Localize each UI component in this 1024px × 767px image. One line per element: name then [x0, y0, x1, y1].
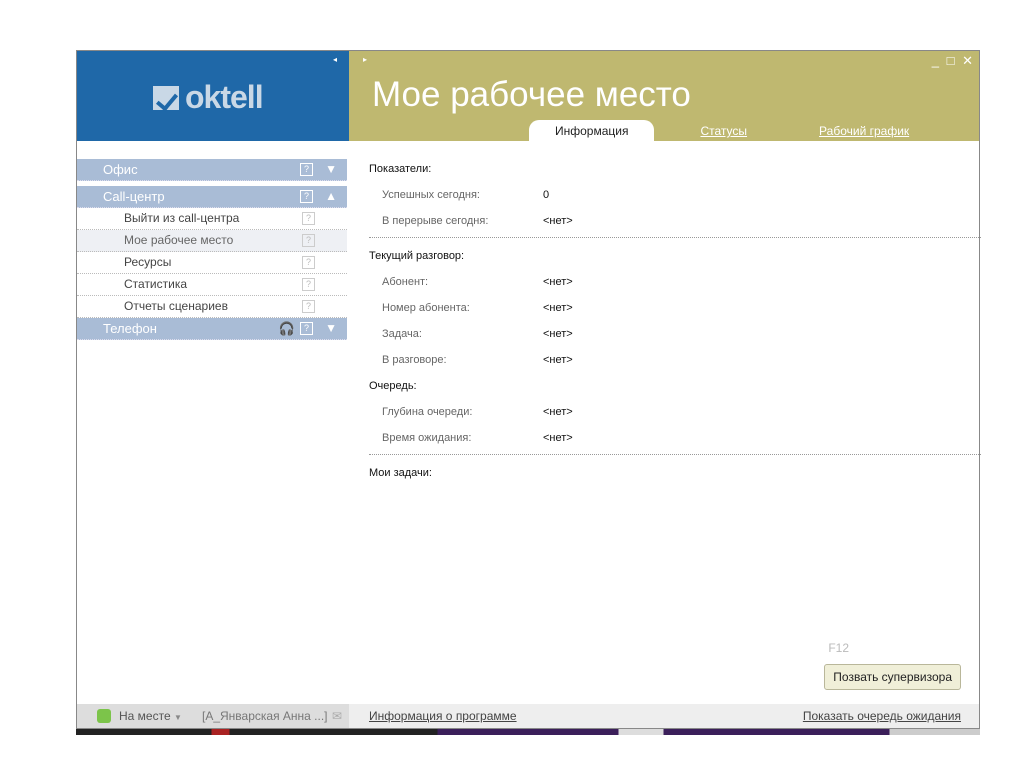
- item-label: Статистика: [124, 277, 188, 291]
- tab-info[interactable]: Информация: [529, 120, 655, 141]
- taskbar-fragment: [76, 729, 980, 735]
- row-value: <нет>: [543, 302, 573, 314]
- row-label: Задача:: [382, 328, 422, 340]
- group-label: Телефон: [103, 321, 157, 336]
- row-value: <нет>: [543, 432, 573, 444]
- info-row: В перерыве сегодня: <нет>: [369, 211, 989, 237]
- group-label: Call-центр: [103, 189, 165, 204]
- mail-icon[interactable]: ✉: [332, 704, 342, 728]
- tab-statuses[interactable]: Статусы: [674, 120, 773, 141]
- row-label: Время ожидания:: [382, 432, 472, 444]
- divider: [369, 237, 981, 238]
- sidebar-menu: Офис? ▼ Call-центр? ▲ Выйти из call-центра…: [77, 159, 347, 340]
- oktell-logo: oktell: [153, 79, 264, 116]
- row-label: В перерыве сегодня:: [382, 215, 489, 227]
- sidebar-item-statistics[interactable]: Статистика?: [77, 274, 347, 296]
- row-value: <нет>: [543, 406, 573, 418]
- help-icon[interactable]: ?: [302, 256, 315, 269]
- section-title: Показатели:: [369, 163, 432, 175]
- show-queue-link[interactable]: Показать очередь ожидания: [803, 704, 961, 728]
- section-title: Текущий разговор:: [369, 250, 465, 262]
- item-label: Отчеты сценариев: [124, 299, 228, 313]
- row-value: <нет>: [543, 328, 573, 340]
- tab-schedule[interactable]: Рабочий график: [793, 120, 935, 141]
- group-label: Офис: [103, 162, 138, 177]
- sidebar-item-script-reports[interactable]: Отчеты сценариев?: [77, 296, 347, 318]
- call-supervisor-button[interactable]: Позвать супервизора: [824, 664, 961, 690]
- info-row: Успешных сегодня: 0: [369, 185, 989, 211]
- item-label: Мое рабочее место: [124, 233, 234, 247]
- chevron-up-icon[interactable]: ▲: [325, 186, 337, 207]
- sidebar-group-callcenter[interactable]: Call-центр? ▲: [77, 186, 347, 208]
- info-row: Абонент: <нет>: [369, 272, 989, 298]
- info-row: Задача: <нет>: [369, 324, 989, 350]
- item-label: Выйти из call-центра: [124, 211, 240, 225]
- row-value: <нет>: [543, 354, 573, 366]
- help-icon[interactable]: ?: [300, 163, 313, 176]
- info-row: Глубина очереди: <нет>: [369, 402, 989, 428]
- sidebar-group-office[interactable]: Офис? ▼: [77, 159, 347, 181]
- row-value: <нет>: [543, 215, 573, 227]
- chevron-down-icon[interactable]: ▼: [325, 318, 337, 339]
- sidebar-header: ◂ oktell: [77, 51, 349, 141]
- row-label: В разговоре:: [382, 354, 447, 366]
- row-label: Номер абонента:: [382, 302, 470, 314]
- info-row: Время ожидания: <нет>: [369, 428, 989, 454]
- help-icon[interactable]: ?: [300, 322, 313, 335]
- item-label: Ресурсы: [124, 255, 172, 269]
- about-link[interactable]: Информация о программе: [369, 704, 517, 728]
- info-row: В разговоре: <нет>: [369, 350, 989, 376]
- user-name: [А_Январская Анна ...]: [202, 709, 328, 723]
- page-title: Мое рабочее место: [372, 75, 691, 114]
- logo-text: oktell: [185, 79, 264, 115]
- row-label: Успешных сегодня:: [382, 189, 480, 201]
- collapse-sidebar-button[interactable]: ◂: [333, 55, 337, 64]
- help-icon[interactable]: ?: [302, 234, 315, 247]
- help-icon[interactable]: ?: [302, 212, 315, 225]
- info-row: Номер абонента: <нет>: [369, 298, 989, 324]
- logo-check-icon: [153, 85, 179, 110]
- sidebar-item-resources[interactable]: Ресурсы?: [77, 252, 347, 274]
- chevron-down-icon[interactable]: ▼: [325, 159, 337, 180]
- sidebar-item-leave-callcenter[interactable]: Выйти из call-центра?: [77, 208, 347, 230]
- help-icon[interactable]: ?: [302, 278, 315, 291]
- status-indicator-icon: [97, 709, 111, 723]
- window-controls[interactable]: _ □ ✕: [932, 53, 975, 69]
- row-label: Абонент:: [382, 276, 429, 288]
- info-panel: Показатели: Успешных сегодня: 0 В перерыв…: [369, 159, 989, 489]
- headphones-icon[interactable]: 🎧: [279, 318, 295, 339]
- hotkey-hint: F12: [828, 641, 849, 655]
- expand-button[interactable]: ▸: [363, 55, 367, 64]
- main-header: ▸ _ □ ✕ Мое рабочее место Информация Ста…: [349, 51, 979, 141]
- help-icon[interactable]: ?: [302, 300, 315, 313]
- status-bar: На месте ▼ [А_Январская Анна ...] ✉ Инфо…: [77, 704, 979, 728]
- sidebar-item-workplace[interactable]: Мое рабочее место?: [77, 230, 347, 252]
- dropdown-arrow-icon: ▼: [173, 713, 182, 722]
- sidebar-group-phone[interactable]: Телефон 🎧? ▼: [77, 318, 347, 340]
- app-window: ◂ oktell ▸ _ □ ✕ Мое рабочее место Инфор…: [76, 50, 981, 729]
- section-title: Очередь:: [369, 380, 417, 392]
- row-value: 0: [543, 189, 550, 201]
- section-title: Мои задачи:: [369, 467, 432, 479]
- row-value: <нет>: [543, 276, 573, 288]
- divider: [369, 454, 981, 455]
- row-label: Глубина очереди:: [382, 406, 473, 418]
- status-dropdown[interactable]: На месте ▼: [119, 704, 182, 730]
- status-label: На месте: [119, 709, 171, 723]
- help-icon[interactable]: ?: [300, 190, 313, 203]
